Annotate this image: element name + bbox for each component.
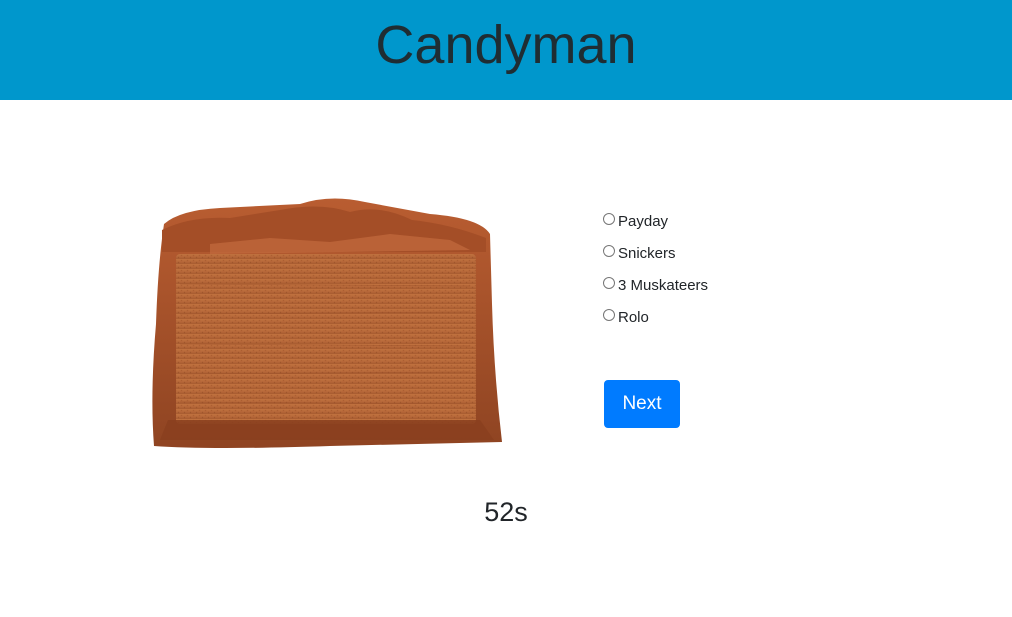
radio-icon[interactable]: [603, 277, 615, 289]
countdown-timer: 52s: [484, 497, 528, 527]
radio-icon[interactable]: [603, 309, 615, 321]
option-payday[interactable]: Payday: [603, 205, 843, 237]
radio-icon[interactable]: [603, 245, 615, 257]
option-label: 3 Muskateers: [618, 276, 709, 294]
page-title: Candyman: [375, 15, 637, 75]
candy-image: [152, 198, 502, 448]
answer-options: Payday Snickers 3 Muskateers Rolo: [603, 205, 843, 333]
header-bar: Candyman: [0, 0, 1012, 100]
option-label: Snickers: [618, 244, 676, 262]
option-snickers[interactable]: Snickers: [603, 237, 843, 269]
next-button[interactable]: Next: [604, 380, 680, 428]
option-label: Payday: [618, 212, 669, 230]
option-3-muskateers[interactable]: 3 Muskateers: [603, 269, 843, 301]
option-label: Rolo: [618, 308, 649, 326]
option-rolo[interactable]: Rolo: [603, 301, 843, 333]
radio-icon[interactable]: [603, 213, 615, 225]
